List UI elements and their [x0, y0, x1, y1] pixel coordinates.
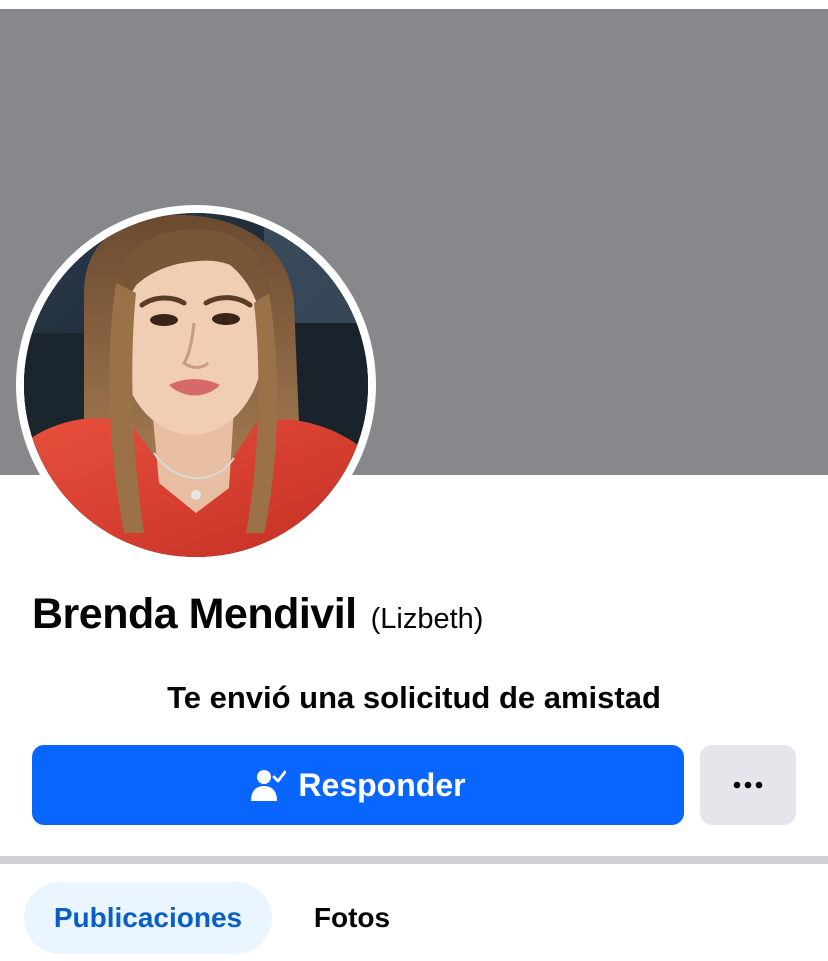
profile-alternate-name: (Lizbeth) — [370, 603, 484, 635]
avatar-frame[interactable] — [16, 205, 376, 565]
profile-photo — [24, 213, 368, 557]
profile-name-row: Brenda Mendivil (Lizbeth) — [32, 590, 483, 639]
profile-name: Brenda Mendivil — [32, 590, 357, 638]
tab-publicaciones[interactable]: Publicaciones — [24, 882, 272, 954]
more-dots-icon — [733, 776, 763, 794]
friend-request-text: Te envió una solicitud de amistad — [167, 680, 661, 715]
respond-button[interactable]: Responder — [32, 745, 684, 825]
section-divider — [0, 856, 828, 864]
more-options-button[interactable] — [700, 745, 796, 825]
tab-fotos[interactable]: Fotos — [292, 882, 412, 954]
respond-button-label: Responder — [298, 766, 466, 803]
person-check-icon — [250, 768, 287, 802]
avatar[interactable] — [24, 213, 368, 557]
top-strip — [0, 0, 828, 9]
